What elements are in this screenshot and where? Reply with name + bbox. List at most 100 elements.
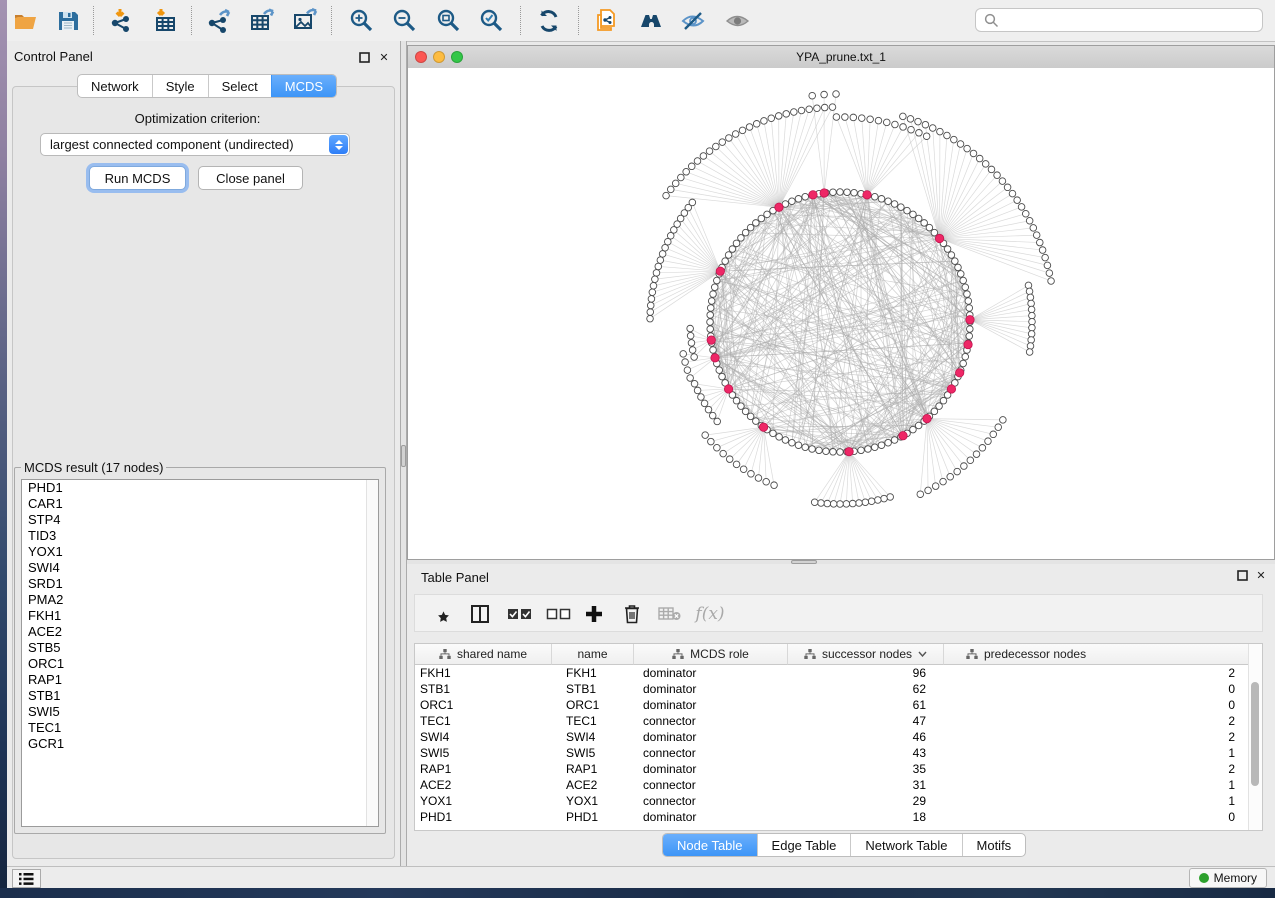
table-row[interactable]: PHD1PHD1dominator180 [415,809,1249,825]
tab-style[interactable]: Style [152,75,208,97]
float-panel-icon[interactable] [1235,568,1249,582]
close-panel-icon[interactable]: ✕ [1254,568,1268,582]
memory-label: Memory [1214,871,1257,885]
mcds-result-item[interactable]: RAP1 [22,672,378,688]
delete-table-icon[interactable] [657,601,683,627]
mcds-result-item[interactable]: FKH1 [22,608,378,624]
mcds-result-item[interactable]: STB1 [22,688,378,704]
run-mcds-button[interactable]: Run MCDS [89,166,186,190]
column-header[interactable]: successor nodes [788,644,944,665]
minimize-window-icon[interactable] [433,51,445,63]
network-canvas[interactable] [408,68,1274,559]
save-session-icon[interactable] [54,7,82,35]
maximize-window-icon[interactable] [451,51,463,63]
add-column-icon[interactable] [583,601,605,627]
mcds-result-item[interactable]: PHD1 [22,480,378,496]
export-table-icon[interactable] [249,7,277,35]
show-all-icon[interactable] [723,7,751,35]
zoom-in-icon[interactable] [348,7,376,35]
mcds-result-item[interactable]: GCR1 [22,736,378,752]
search-input[interactable] [1005,10,1262,30]
column-header[interactable]: shared name [415,644,552,665]
tab-node-table[interactable]: Node Table [663,834,757,856]
table-row[interactable]: SWI5SWI5connector431 [415,745,1249,761]
refresh-icon[interactable] [535,7,563,35]
column-header-label: successor nodes [822,647,912,661]
table-cell: 46 [788,729,944,745]
network-graph[interactable] [408,68,1274,559]
column-header[interactable]: MCDS role [634,644,788,665]
table-row[interactable]: TEC1TEC1connector472 [415,713,1249,729]
vertical-splitter[interactable] [400,41,407,866]
float-panel-icon[interactable] [357,50,371,64]
tab-motifs[interactable]: Motifs [962,834,1026,856]
mcds-result-item[interactable]: ACE2 [22,624,378,640]
status-bar: Memory [7,866,1275,888]
splitter-grip[interactable] [401,445,406,467]
table-row[interactable]: SWI4SWI4dominator462 [415,729,1249,745]
table-scrollbar[interactable] [1248,644,1262,830]
open-file-icon[interactable] [11,7,39,35]
close-window-icon[interactable] [415,51,427,63]
mcds-result-list[interactable]: PHD1CAR1STP4TID3YOX1SWI4SRD1PMA2FKH1ACE2… [21,479,379,827]
show-columns-icon[interactable] [469,601,491,627]
export-image-icon[interactable] [292,7,320,35]
task-history-button[interactable] [12,869,41,888]
copy-network-icon[interactable] [593,7,621,35]
zoom-selected-icon[interactable] [478,7,506,35]
mcds-result-item[interactable]: STP4 [22,512,378,528]
table-cell: 1 [944,777,1249,793]
mcds-result-item[interactable]: SWI4 [22,560,378,576]
export-network-icon[interactable] [206,7,234,35]
function-builder-icon[interactable]: f(x) [693,601,727,627]
table-panel-title: Table Panel [421,570,489,585]
table-row[interactable]: ACE2ACE2connector311 [415,777,1249,793]
mcds-result-item[interactable]: CAR1 [22,496,378,512]
table-scrollbar-thumb[interactable] [1251,682,1259,786]
delete-column-icon[interactable] [621,601,643,627]
tab-edge-table[interactable]: Edge Table [757,834,851,856]
column-header[interactable]: predecessor nodes [944,644,1249,665]
import-network-icon[interactable] [108,7,136,35]
table-row[interactable]: FKH1FKH1dominator962 [415,665,1249,681]
select-all-columns-icon[interactable] [507,601,533,627]
table-row[interactable]: RAP1RAP1dominator352 [415,761,1249,777]
table-cell: 31 [788,777,944,793]
select-stepper-icon [329,135,348,154]
memory-button[interactable]: Memory [1189,868,1267,888]
table-cell: 2 [944,729,1249,745]
first-neighbors-icon[interactable] [636,7,664,35]
mcds-list-scrollbar[interactable] [366,480,378,826]
table-options-icon[interactable] [429,601,451,627]
mcds-result-item[interactable]: ORC1 [22,656,378,672]
mcds-result-item[interactable]: TEC1 [22,720,378,736]
mcds-result-item[interactable]: TID3 [22,528,378,544]
table-cell: TEC1 [552,713,634,729]
mcds-result-item[interactable]: YOX1 [22,544,378,560]
hide-selected-icon[interactable] [679,7,707,35]
import-table-icon[interactable] [152,7,180,35]
search-box[interactable] [975,8,1263,32]
control-panel-tabs: Network Style Select MCDS [77,74,337,98]
table-row[interactable]: STB1STB1dominator620 [415,681,1249,697]
network-titlebar[interactable]: YPA_prune.txt_1 [408,46,1274,69]
mcds-result-item[interactable]: SRD1 [22,576,378,592]
tab-network-table[interactable]: Network Table [850,834,961,856]
mcds-result-item[interactable]: PMA2 [22,592,378,608]
node-table[interactable]: shared namenameMCDS role successor nodes p… [414,643,1263,831]
tab-network[interactable]: Network [78,75,152,97]
desktop-wallpaper-bottom [0,888,1275,898]
criterion-select[interactable]: largest connected component (undirected) [40,133,350,156]
column-header[interactable]: name [552,644,634,665]
mcds-result-item[interactable]: SWI5 [22,704,378,720]
zoom-out-icon[interactable] [391,7,419,35]
deselect-all-columns-icon[interactable] [546,601,572,627]
close-panel-icon[interactable]: ✕ [377,50,391,64]
table-row[interactable]: YOX1YOX1connector291 [415,793,1249,809]
tab-mcds[interactable]: MCDS [271,75,336,97]
close-panel-button[interactable]: Close panel [198,166,303,190]
tab-select[interactable]: Select [208,75,271,97]
table-row[interactable]: ORC1ORC1dominator610 [415,697,1249,713]
zoom-fit-icon[interactable] [435,7,463,35]
mcds-result-item[interactable]: STB5 [22,640,378,656]
